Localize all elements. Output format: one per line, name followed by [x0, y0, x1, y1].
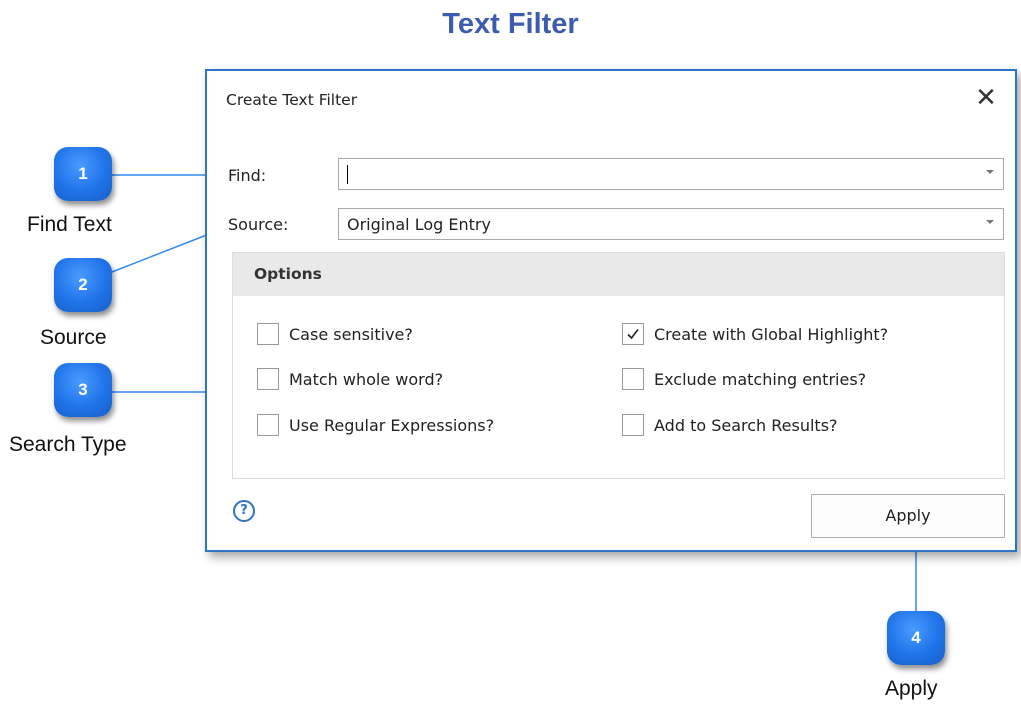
callout-3-caption: Search Type	[9, 433, 127, 456]
add-to-search-results-label[interactable]: Add to Search Results?	[654, 416, 838, 435]
source-label: Source:	[228, 215, 289, 234]
callout-1-caption: Find Text	[27, 213, 112, 236]
add-to-search-results-checkbox[interactable]	[622, 414, 644, 436]
text-cursor	[347, 165, 348, 184]
callout-4-badge: 4	[887, 611, 945, 665]
exclude-matching-label[interactable]: Exclude matching entries?	[654, 370, 866, 389]
use-regex-checkbox[interactable]	[257, 414, 279, 436]
create-text-filter-dialog: Create Text Filter ✕ Find: Source: Origi…	[205, 69, 1017, 552]
find-combobox[interactable]	[338, 158, 1004, 190]
apply-button[interactable]: Apply	[811, 494, 1005, 538]
global-highlight-checkbox[interactable]	[622, 323, 644, 345]
source-combobox[interactable]: Original Log Entry	[338, 208, 1004, 240]
close-icon: ✕	[975, 83, 997, 113]
callout-3-badge: 3	[54, 363, 112, 417]
use-regex-label[interactable]: Use Regular Expressions?	[289, 416, 494, 435]
callout-1-badge: 1	[54, 147, 112, 201]
callout-4-caption: Apply	[885, 677, 938, 700]
dialog-title: Create Text Filter	[226, 91, 358, 109]
options-header: Options	[233, 253, 1004, 296]
chevron-down-icon[interactable]	[986, 170, 994, 174]
help-icon[interactable]: ?	[233, 500, 255, 522]
case-sensitive-label[interactable]: Case sensitive?	[289, 325, 413, 344]
exclude-matching-checkbox[interactable]	[622, 368, 644, 390]
chevron-down-icon[interactable]	[986, 220, 994, 224]
case-sensitive-checkbox[interactable]	[257, 323, 279, 345]
global-highlight-label[interactable]: Create with Global Highlight?	[654, 325, 888, 344]
source-selected-value: Original Log Entry	[347, 215, 491, 234]
options-header-label: Options	[254, 265, 322, 283]
callout-2-badge: 2	[54, 258, 112, 312]
match-whole-word-label[interactable]: Match whole word?	[289, 370, 443, 389]
match-whole-word-checkbox[interactable]	[257, 368, 279, 390]
find-label: Find:	[228, 166, 267, 185]
page-title: Text Filter	[442, 8, 579, 40]
close-button[interactable]: ✕	[971, 83, 1001, 113]
callout-2-caption: Source	[40, 326, 107, 349]
checkmark-icon	[627, 329, 639, 340]
options-group: Options Case sensitive? Match whole word…	[232, 252, 1005, 479]
